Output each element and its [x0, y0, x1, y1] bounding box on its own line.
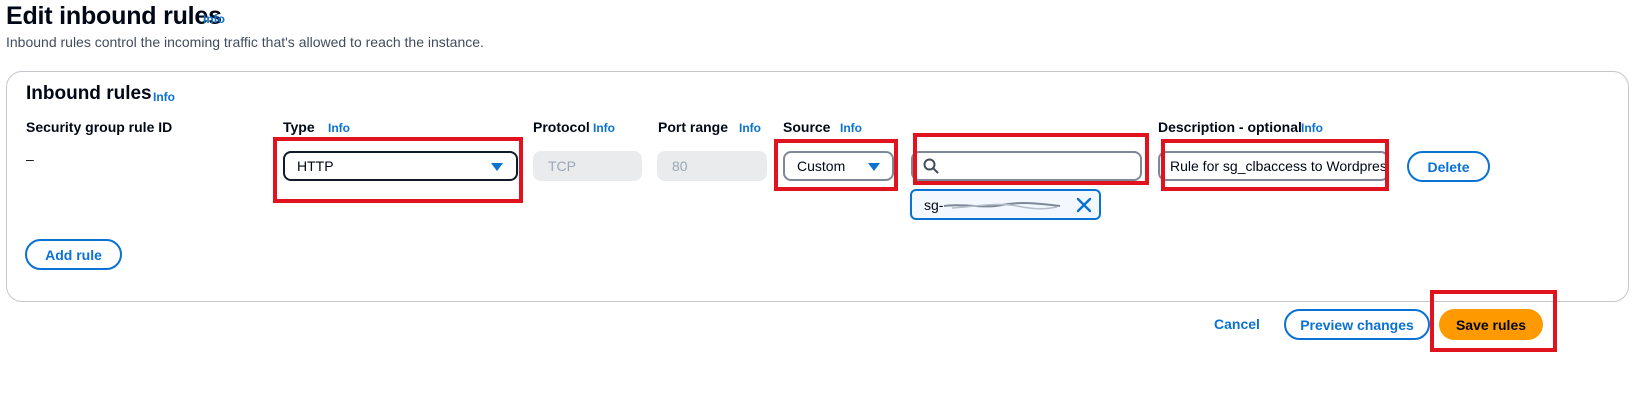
source-info-link[interactable]: Info — [840, 121, 862, 135]
page-title: Edit inbound rules — [6, 2, 222, 30]
description-value: Rule for sg_clbaccess to Wordpress — [1170, 158, 1389, 174]
preview-changes-button[interactable]: Preview changes — [1284, 309, 1430, 340]
page-title-info-link[interactable]: Info — [203, 12, 225, 26]
port-range-info-link[interactable]: Info — [739, 121, 761, 135]
panel-title-info-link[interactable]: Info — [153, 90, 175, 104]
protocol-field: TCP — [533, 151, 642, 181]
add-rule-button[interactable]: Add rule — [25, 239, 122, 270]
port-range-field: 80 — [657, 151, 767, 181]
type-select-value: HTTP — [297, 158, 334, 174]
description-info-link[interactable]: Info — [1301, 121, 1323, 135]
column-header-protocol: Protocol — [533, 119, 590, 135]
inbound-rules-panel — [6, 71, 1629, 302]
type-select[interactable]: HTTP — [283, 151, 518, 181]
port-range-value: 80 — [672, 158, 688, 174]
protocol-info-link[interactable]: Info — [593, 121, 615, 135]
caret-down-icon — [491, 163, 503, 171]
column-header-type: Type — [283, 119, 315, 135]
close-icon[interactable] — [1076, 197, 1092, 213]
search-icon — [923, 158, 939, 174]
type-info-link[interactable]: Info — [328, 121, 350, 135]
caret-down-icon — [868, 163, 880, 171]
redacted-scribble — [943, 202, 1061, 210]
panel-title: Inbound rules — [26, 83, 152, 104]
source-search-input[interactable] — [911, 151, 1142, 181]
save-rules-button[interactable]: Save rules — [1439, 309, 1543, 340]
protocol-value: TCP — [548, 158, 576, 174]
description-input[interactable]: Rule for sg_clbaccess to Wordpress — [1158, 151, 1389, 181]
delete-rule-button[interactable]: Delete — [1407, 151, 1490, 182]
rule-id-value: – — [26, 151, 34, 167]
source-select[interactable]: Custom — [783, 151, 894, 181]
source-select-value: Custom — [797, 158, 846, 174]
source-token-label: sg- — [924, 197, 944, 213]
column-header-rule-id: Security group rule ID — [26, 119, 173, 135]
column-header-port-range: Port range — [658, 119, 729, 135]
cancel-button[interactable]: Cancel — [1214, 316, 1260, 332]
source-token: sg- — [910, 189, 1101, 220]
column-header-description: Description - optional — [1158, 119, 1302, 135]
column-header-source: Source — [783, 119, 831, 135]
page-subtitle: Inbound rules control the incoming traff… — [6, 34, 484, 50]
